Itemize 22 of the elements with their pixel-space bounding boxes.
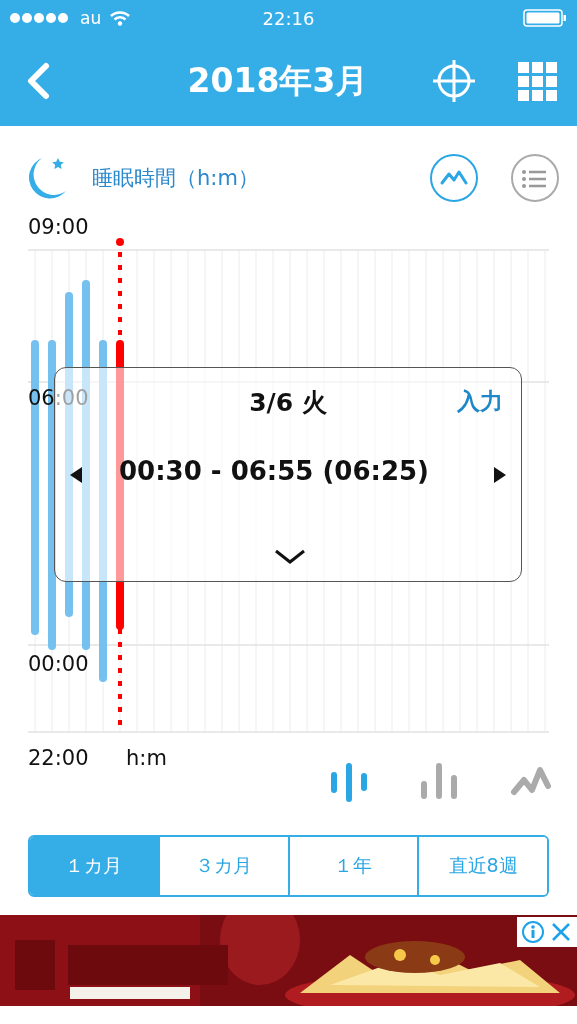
- axis-label: 22:00: [28, 746, 89, 770]
- axis-label: 09:00: [28, 215, 89, 239]
- info-icon[interactable]: [521, 920, 545, 944]
- crosshair-icon[interactable]: [432, 59, 476, 103]
- period-tab[interactable]: 直近8週: [417, 837, 547, 895]
- period-tab[interactable]: １カ月: [30, 837, 158, 895]
- carrier-name: au: [80, 8, 102, 28]
- input-link[interactable]: 入力: [457, 386, 503, 417]
- unit-label: h:m: [126, 746, 167, 770]
- month-title: 2018年3月: [186, 59, 370, 102]
- view-button[interactable]: [430, 154, 478, 202]
- wifi-icon: [109, 10, 132, 26]
- grid-icon[interactable]: [518, 61, 557, 101]
- status-time: 22:16: [261, 7, 316, 29]
- popup-date: 3/6 火: [248, 387, 328, 419]
- battery-icon: [523, 8, 567, 28]
- next-icon[interactable]: [493, 466, 507, 484]
- metric-title: 睡眠時間（h:m）: [92, 165, 260, 192]
- view-button[interactable]: [511, 154, 559, 202]
- sleep-range: 00:30 - 06:55 (06:25): [119, 456, 429, 486]
- axis-label: 00:00: [28, 652, 89, 676]
- chevron-down-icon[interactable]: [274, 548, 306, 566]
